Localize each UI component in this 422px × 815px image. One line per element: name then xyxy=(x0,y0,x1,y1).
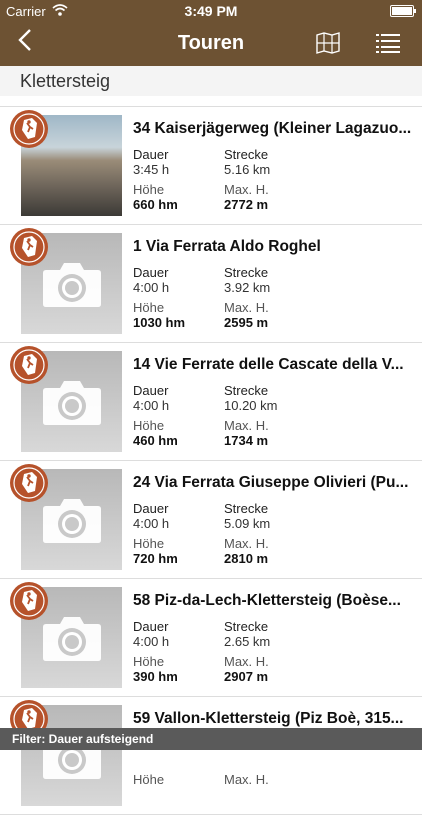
duration-value: 4:00 h xyxy=(133,634,170,649)
duration-value: 4:00 h xyxy=(133,280,170,295)
duration-label: Dauer xyxy=(133,619,169,634)
distance-value: 5.09 km xyxy=(224,516,271,531)
height-label: Höhe xyxy=(133,418,165,433)
tour-list: 34 Kaiserjägerweg (Kleiner Lagazuo... Dau… xyxy=(0,106,422,815)
max-height-label: Max. H. xyxy=(224,300,269,315)
distance-label: Strecke xyxy=(224,147,269,162)
status-bar: Carrier 3:49 PM xyxy=(0,0,422,22)
height-value: 720 hm xyxy=(133,551,178,566)
climbing-badge xyxy=(10,582,48,620)
climbing-badge-icon xyxy=(11,347,47,383)
tour-name: 34 Kaiserjägerweg (Kleiner Lagazuo... xyxy=(133,120,412,137)
tour-row[interactable]: 24 Via Ferrata Giuseppe Olivieri (Pu... D… xyxy=(0,461,422,579)
tour-row[interactable]: 1 Via Ferrata Aldo Roghel Dauer 4:00 h Stre… xyxy=(0,225,422,343)
height-label: Höhe xyxy=(133,300,165,315)
tour-name: 24 Via Ferrata Giuseppe Olivieri (Pu... xyxy=(133,474,409,491)
tour-row[interactable]: 59 Vallon-Klettersteig (Piz Boè, 315...D… xyxy=(0,697,422,815)
max-height-label: Max. H. xyxy=(224,536,269,551)
climbing-badge xyxy=(10,228,48,266)
height-label: Höhe xyxy=(133,536,165,551)
duration-label: Dauer xyxy=(133,265,169,280)
distance-label: Strecke xyxy=(224,619,269,634)
climbing-badge xyxy=(10,346,48,384)
duration-value: 4:00 h xyxy=(133,398,170,413)
climbing-badge-icon xyxy=(11,229,47,265)
climbing-badge-icon xyxy=(11,111,47,147)
camera-placeholder-icon xyxy=(43,263,101,307)
max-height-value: 2907 m xyxy=(224,669,269,684)
duration-value: 3:45 h xyxy=(133,162,170,177)
tour-row[interactable]: 34 Kaiserjägerweg (Kleiner Lagazuo... Dau… xyxy=(0,107,422,225)
tour-row[interactable]: 58 Piz-da-Lech-Klettersteig (Boèse... Dau… xyxy=(0,579,422,697)
max-height-value: 2810 m xyxy=(224,551,269,566)
distance-value: 3.92 km xyxy=(224,280,271,295)
clock: 3:49 PM xyxy=(184,3,238,19)
max-height-value: 1734 m xyxy=(224,433,269,448)
tour-name: 14 Vie Ferrate delle Cascate della V... xyxy=(133,356,404,373)
distance-label: Strecke xyxy=(224,501,269,516)
climbing-badge xyxy=(10,464,48,502)
climbing-badge xyxy=(10,110,48,148)
max-height-label: Max. H. xyxy=(224,418,269,433)
height-label: Höhe xyxy=(133,182,165,197)
filter-bar[interactable]: Filter: Dauer aufsteigend xyxy=(0,728,422,750)
max-height-label: Max. H. xyxy=(224,772,269,787)
distance-value: 2.65 km xyxy=(224,634,271,649)
camera-placeholder-icon xyxy=(43,499,101,543)
tour-name: 58 Piz-da-Lech-Klettersteig (Boèse... xyxy=(133,592,401,609)
climbing-badge-icon xyxy=(11,465,47,501)
max-height-value: 2772 m xyxy=(224,197,269,212)
section-header: Klettersteig xyxy=(0,66,422,96)
header: Carrier 3:49 PM Touren xyxy=(0,0,422,66)
max-height-label: Max. H. xyxy=(224,182,269,197)
height-value: 390 hm xyxy=(133,669,178,684)
camera-placeholder-icon xyxy=(43,617,101,661)
height-value: 660 hm xyxy=(133,197,178,212)
height-label: Höhe xyxy=(133,654,165,669)
tour-row[interactable]: 14 Vie Ferrate delle Cascate della V... D… xyxy=(0,343,422,461)
duration-label: Dauer xyxy=(133,501,169,516)
height-value: 460 hm xyxy=(133,433,178,448)
distance-label: Strecke xyxy=(224,383,269,398)
duration-value: 4:00 h xyxy=(133,516,170,531)
max-height-label: Max. H. xyxy=(224,654,269,669)
tour-name: 1 Via Ferrata Aldo Roghel xyxy=(133,238,321,255)
duration-label: Dauer xyxy=(133,383,169,398)
distance-label: Strecke xyxy=(224,265,269,280)
distance-value: 5.16 km xyxy=(224,162,271,177)
list-icon[interactable] xyxy=(376,33,400,58)
climbing-badge-icon xyxy=(11,583,47,619)
duration-label: Dauer xyxy=(133,147,169,162)
tour-name: 59 Vallon-Klettersteig (Piz Boè, 315... xyxy=(133,710,404,727)
height-value: 1030 hm xyxy=(133,315,186,330)
camera-placeholder-icon xyxy=(43,381,101,425)
battery-icon xyxy=(390,5,416,17)
nav-bar: Touren xyxy=(0,22,422,66)
max-height-value: 2595 m xyxy=(224,315,269,330)
height-label: Höhe xyxy=(133,772,165,787)
page-title: Touren xyxy=(177,32,245,54)
map-icon[interactable] xyxy=(316,32,340,59)
distance-value: 10.20 km xyxy=(224,398,278,413)
